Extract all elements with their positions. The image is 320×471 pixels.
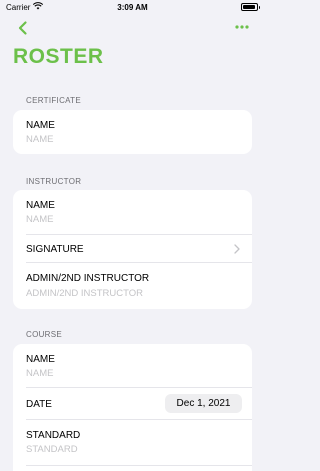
- signature-row[interactable]: SIGNATURE: [13, 235, 252, 263]
- divider: [26, 465, 252, 466]
- instructor-name-label: NAME: [26, 200, 55, 211]
- page-title: ROSTER: [13, 45, 104, 68]
- section-header-course: COURSE: [26, 330, 63, 339]
- date-row: DATE Dec 1, 2021: [13, 388, 252, 420]
- course-group: NAME NAME DATE Dec 1, 2021 STANDARD STAN…: [13, 344, 252, 471]
- course-name-row[interactable]: NAME NAME: [13, 344, 252, 388]
- certificate-name-row[interactable]: NAME NAME: [13, 110, 252, 154]
- standard-input[interactable]: STANDARD: [26, 444, 78, 455]
- status-time: 3:09 AM: [117, 3, 148, 12]
- battery-icon: [241, 3, 260, 11]
- instructor-name-input[interactable]: NAME: [26, 214, 53, 225]
- admin-instructor-row[interactable]: ADMIN/2ND INSTRUCTOR ADMIN/2ND INSTRUCTO…: [13, 263, 252, 309]
- status-bar: Carrier 3:09 AM: [0, 0, 265, 16]
- standard-label: STANDARD: [26, 430, 81, 441]
- section-header-instructor: INSTRUCTOR: [26, 177, 82, 186]
- back-chevron-icon[interactable]: [15, 20, 31, 36]
- more-options-icon[interactable]: [235, 22, 249, 32]
- certificate-group: NAME NAME: [13, 110, 252, 154]
- date-picker-button[interactable]: Dec 1, 2021: [165, 394, 242, 413]
- certificate-name-input[interactable]: NAME: [26, 134, 53, 145]
- course-name-label: NAME: [26, 354, 55, 365]
- date-label: DATE: [26, 399, 52, 410]
- signature-label: SIGNATURE: [26, 244, 84, 255]
- section-header-certificate: CERTIFICATE: [26, 96, 82, 105]
- standard-row[interactable]: STANDARD STANDARD: [13, 420, 252, 466]
- course-name-input[interactable]: NAME: [26, 368, 53, 379]
- chevron-right-icon: [234, 244, 240, 254]
- instructor-group: NAME NAME SIGNATURE ADMIN/2ND INSTRUCTOR…: [13, 190, 252, 309]
- admin-instructor-label: ADMIN/2ND INSTRUCTOR: [26, 273, 150, 284]
- certificate-name-label: NAME: [26, 120, 55, 131]
- instructor-name-row[interactable]: NAME NAME: [13, 190, 252, 235]
- admin-instructor-input[interactable]: ADMIN/2ND INSTRUCTOR: [26, 288, 143, 299]
